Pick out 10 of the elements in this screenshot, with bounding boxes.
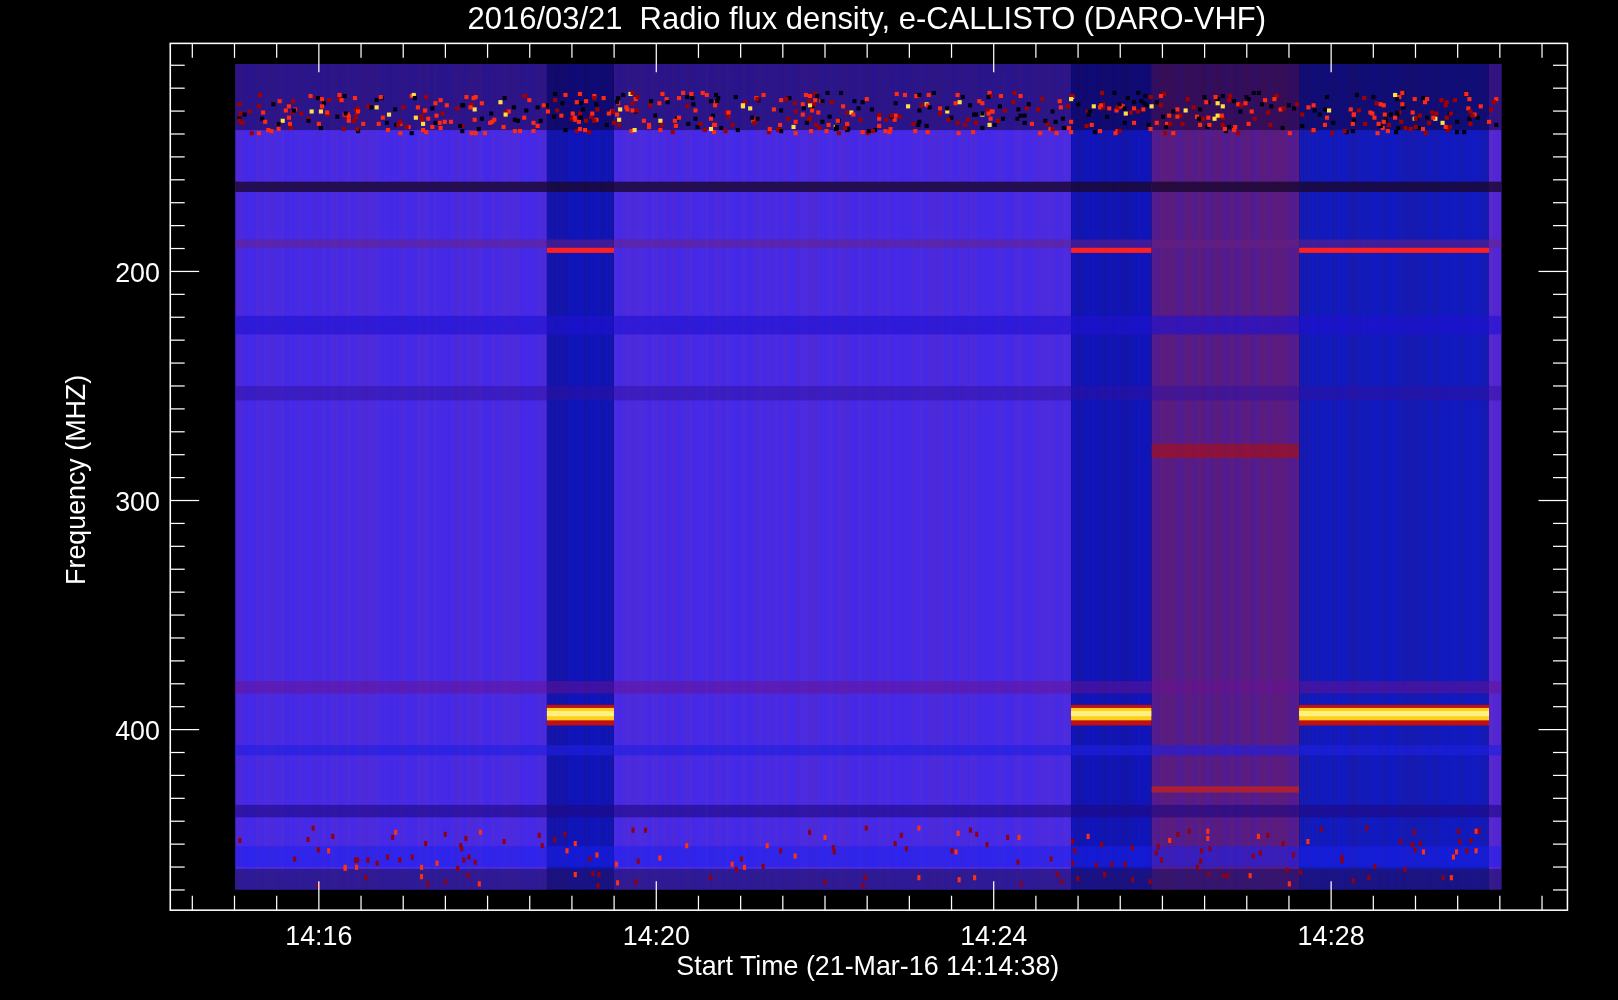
tick-label: 400 — [115, 715, 160, 746]
tick-label: 14:16 — [285, 921, 353, 952]
axis-label: Frequency (MHZ) — [60, 374, 91, 585]
tick-label: 200 — [115, 257, 160, 288]
tick-label: 14:28 — [1297, 921, 1365, 952]
tick-label: 14:24 — [960, 921, 1028, 952]
tick-label: 14:20 — [622, 921, 690, 952]
axis-label: Start Time (21-Mar-16 14:14:38) — [676, 951, 1060, 982]
tick-label: 300 — [115, 486, 160, 517]
plot-title: 2016/03/21 Radio flux density, e-CALLISTO (DARO-VHF) — [467, 0, 1266, 36]
